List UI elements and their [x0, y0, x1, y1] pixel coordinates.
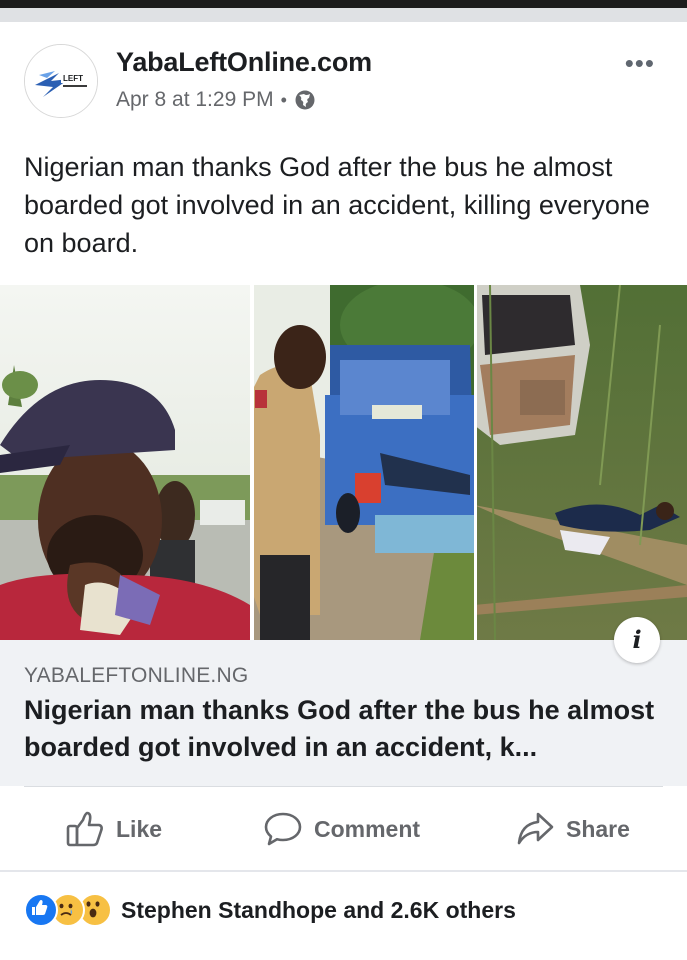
link-title[interactable]: Nigerian man thanks God after the bus he…: [24, 692, 664, 766]
status-bar: [0, 0, 687, 8]
page-name[interactable]: YabaLeftOnline.com: [116, 47, 372, 78]
post-photo[interactable]: [0, 285, 687, 640]
share-button[interactable]: Share: [516, 810, 630, 848]
like-button[interactable]: Like: [66, 810, 162, 848]
link-domain: YABALEFTONLINE.NG: [24, 664, 249, 687]
globe-icon: [295, 90, 315, 110]
action-bar: Like Comment Share: [0, 788, 687, 870]
like-label: Like: [116, 815, 163, 842]
comment-button[interactable]: Comment: [264, 810, 420, 848]
accident-photo-collage: [0, 285, 687, 640]
comment-label: Comment: [314, 815, 421, 842]
meta-separator: •: [280, 89, 287, 110]
post-meta: Apr 8 at 1:29 PM •: [116, 88, 316, 112]
thumbs-up-icon: [66, 811, 103, 847]
section-separator: [0, 870, 687, 872]
info-icon[interactable]: i: [614, 617, 660, 663]
yabaleft-logo-icon: LEFT: [25, 45, 97, 117]
divider: [24, 786, 663, 787]
reactions-summary[interactable]: Stephen Standhope and 2.6K others: [24, 893, 516, 927]
reactions-text[interactable]: Stephen Standhope and 2.6K others: [121, 897, 516, 924]
more-options-icon[interactable]: •••: [625, 48, 655, 79]
share-icon: [517, 812, 554, 845]
share-label: Share: [566, 815, 630, 842]
post-text: Nigerian man thanks God after the bus he…: [24, 152, 650, 258]
feed-gap: [0, 8, 687, 22]
post-header: LEFT YabaLeftOnline.com Apr 8 at 1:29 PM…: [0, 22, 687, 134]
comment-icon: [264, 812, 302, 846]
svg-text:LEFT: LEFT: [63, 74, 83, 83]
page-avatar[interactable]: LEFT: [24, 44, 98, 118]
like-reaction-icon: [24, 893, 58, 927]
post-date[interactable]: Apr 8 at 1:29 PM: [116, 88, 274, 112]
